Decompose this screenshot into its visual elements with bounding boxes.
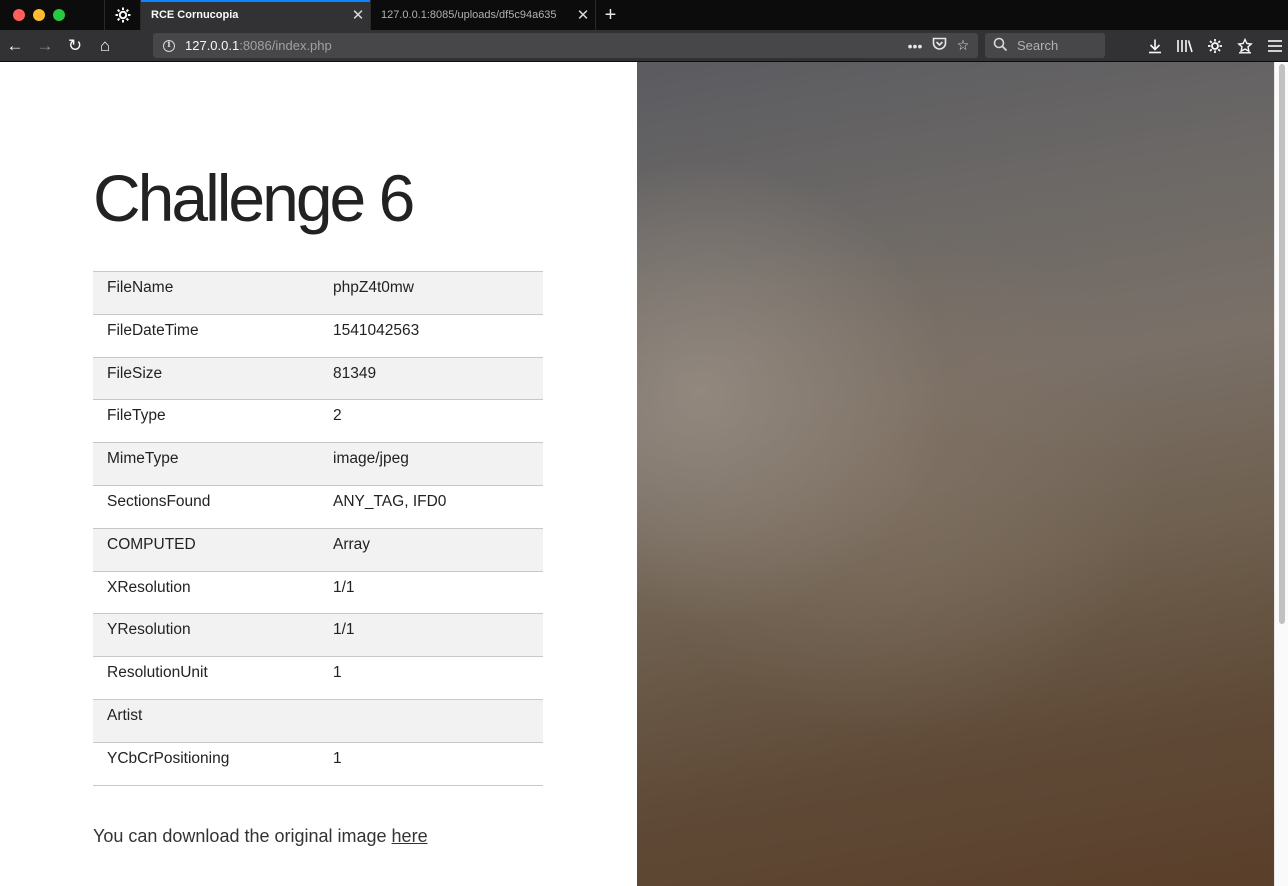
row-key: SectionsFound — [107, 492, 211, 510]
row-key: YResolution — [107, 621, 191, 639]
table-row: Artist — [93, 699, 543, 743]
page-viewport: Challenge 6 FileName phpZ4t0mw FileDateT… — [0, 62, 1288, 886]
row-key: FileSize — [107, 364, 163, 382]
search-icon — [993, 37, 1013, 55]
extension-star-icon[interactable] — [1230, 32, 1260, 60]
row-value: 1/1 — [333, 621, 355, 639]
url-host: 127.0.0.1 — [185, 38, 240, 53]
tab-rce-cornucopia[interactable]: RCE Cornucopia ✕ — [140, 0, 370, 30]
tab-close-icon[interactable]: ✕ — [571, 6, 595, 24]
gear-icon — [115, 7, 130, 23]
row-value: 2 — [333, 407, 342, 425]
downloads-icon[interactable] — [1140, 32, 1170, 60]
extension-gear-icon[interactable] — [1200, 32, 1230, 60]
row-key: XResolution — [107, 578, 191, 596]
pinned-tab[interactable] — [104, 0, 140, 30]
table-row: COMPUTED Array — [93, 528, 543, 572]
download-link[interactable]: here — [392, 826, 428, 846]
url-text[interactable]: 127.0.0.1:8086/index.php — [185, 38, 906, 53]
row-key: COMPUTED — [107, 535, 196, 553]
new-tab-button[interactable]: + — [595, 0, 625, 30]
table-row: ResolutionUnit 1 — [93, 656, 543, 700]
back-button[interactable]: ← — [0, 32, 30, 60]
download-note: You can download the original image here — [93, 826, 428, 847]
row-value: 81349 — [333, 364, 377, 382]
row-value: phpZ4t0mw — [333, 279, 414, 296]
scrollbar-thumb[interactable] — [1279, 64, 1285, 624]
page-title: Challenge 6 — [93, 161, 415, 235]
window-controls — [0, 0, 104, 30]
download-text: You can download the original image — [93, 826, 392, 846]
tab-title: RCE Cornucopia — [151, 9, 239, 21]
hamburger-menu-icon[interactable] — [1260, 32, 1288, 60]
table-row: FileType 2 — [93, 399, 543, 443]
toolbar-buttons — [1140, 32, 1288, 60]
row-key: YCbCrPositioning — [107, 749, 230, 767]
tab-close-icon[interactable]: ✕ — [346, 6, 370, 24]
bookmark-star-icon[interactable]: ☆ — [954, 37, 972, 54]
row-key: Artist — [107, 706, 143, 724]
reload-button[interactable]: ↻ — [60, 32, 90, 60]
home-button[interactable]: ⌂ — [90, 32, 120, 60]
address-bar[interactable]: i 127.0.0.1:8086/index.php ••• ☆ — [153, 33, 978, 58]
url-path: :8086/index.php — [239, 38, 332, 53]
pocket-icon[interactable] — [930, 37, 948, 54]
window-maximize-button[interactable] — [53, 9, 65, 21]
row-value: Array — [333, 535, 371, 553]
row-key: FileDateTime — [107, 321, 199, 339]
tab-bar: RCE Cornucopia ✕ 127.0.0.1:8085/uploads/… — [0, 0, 1288, 30]
row-key: MimeType — [107, 450, 179, 468]
window-minimize-button[interactable] — [33, 9, 45, 21]
page-actions-menu-icon[interactable]: ••• — [906, 38, 924, 54]
forward-button[interactable]: → — [30, 32, 60, 60]
row-value: ANY_TAG, IFD0 — [333, 492, 447, 510]
row-value: 1 — [333, 749, 342, 767]
table-row: SectionsFound ANY_TAG, IFD0 — [93, 485, 543, 528]
window-close-button[interactable] — [13, 9, 25, 21]
table-row: YCbCrPositioning 1 — [93, 742, 543, 786]
blurred-background-image — [637, 62, 1274, 886]
row-value: 1541042563 — [333, 321, 420, 339]
navigation-toolbar: ← → ↻ ⌂ i 127.0.0.1:8086/index.php ••• ☆… — [0, 30, 1288, 62]
page-actions: ••• ☆ — [906, 37, 978, 54]
tab-uploads[interactable]: 127.0.0.1:8085/uploads/df5c94a635 ✕ — [370, 0, 595, 30]
table-row: FileSize 81349 — [93, 357, 543, 400]
table-row: YResolution 1/1 — [93, 613, 543, 657]
table-row: XResolution 1/1 — [93, 571, 543, 614]
row-value: image/jpeg — [333, 450, 409, 468]
search-input[interactable]: Search — [985, 33, 1105, 58]
table-row: MimeType image/jpeg — [93, 442, 543, 486]
table-row: FileName phpZ4t0mw — [93, 271, 543, 315]
library-icon[interactable] — [1170, 32, 1200, 60]
search-placeholder: Search — [1017, 38, 1059, 53]
site-info-icon[interactable]: i — [153, 39, 185, 52]
page-scrollbar[interactable] — [1274, 62, 1288, 886]
row-key: FileName — [107, 279, 174, 296]
row-key: FileType — [107, 407, 166, 425]
row-key: ResolutionUnit — [107, 664, 208, 682]
tab-title: 127.0.0.1:8085/uploads/df5c94a635 — [381, 9, 557, 21]
table-row: FileDateTime 1541042563 — [93, 314, 543, 357]
row-value: 1/1 — [333, 578, 355, 596]
row-value — [333, 699, 543, 742]
row-value: 1 — [333, 664, 342, 682]
content-pane: Challenge 6 FileName phpZ4t0mw FileDateT… — [0, 62, 637, 886]
exif-table: FileName phpZ4t0mw FileDateTime 15410425… — [93, 271, 543, 786]
